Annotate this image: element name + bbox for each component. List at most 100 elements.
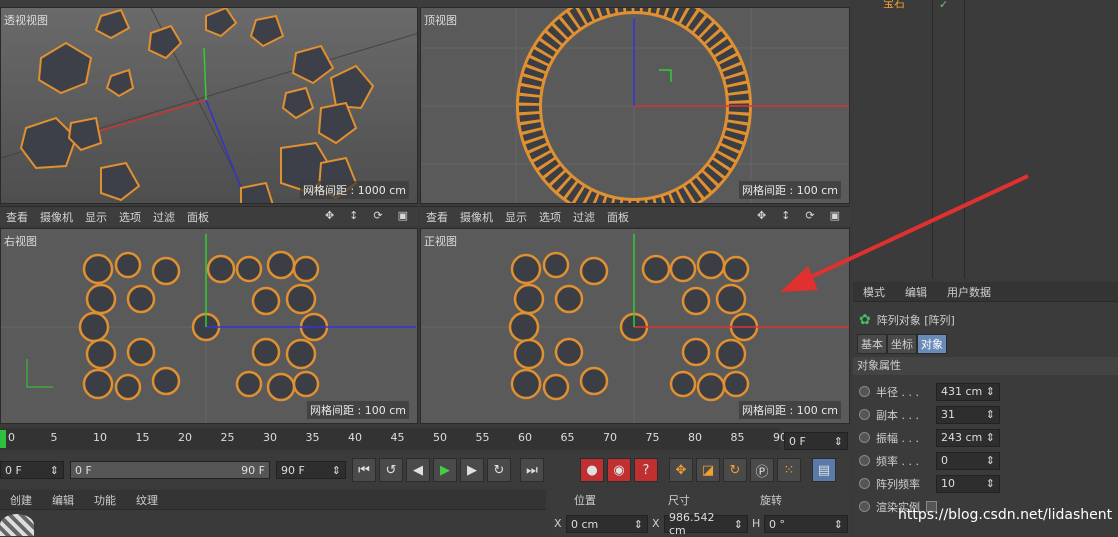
menu-view[interactable]: 查看 — [0, 209, 34, 225]
object-item-gem[interactable]: 宝石 — [883, 0, 905, 11]
menu-options[interactable]: 选项 — [533, 209, 567, 225]
menu-filter[interactable]: 过滤 — [147, 209, 181, 225]
next-key-icon[interactable]: ↻ — [487, 458, 511, 482]
material-preview[interactable] — [0, 514, 34, 536]
menu-create[interactable]: 创建 — [0, 492, 42, 508]
radius-field[interactable]: 431 cm ⇕ — [936, 382, 1000, 401]
anim-toggle-icon[interactable] — [859, 455, 870, 466]
anim-toggle-icon[interactable] — [859, 409, 870, 420]
position-x-field[interactable]: 0 cm ⇕ — [566, 515, 648, 533]
object-title: 阵列对象 [阵列] — [876, 314, 955, 327]
prop-row-amplitude: 振幅 . . . 243 cm ⇕ — [859, 426, 1109, 449]
rotation-h-field[interactable]: 0 ° ⇕ — [764, 515, 848, 533]
top-menu-strip — [0, 0, 850, 7]
key-pla-icon[interactable]: ⁙ — [777, 458, 801, 482]
menu-texture[interactable]: 纹理 — [126, 492, 168, 508]
viewport-title: 右视图 — [4, 235, 37, 248]
anim-toggle-icon[interactable] — [859, 386, 870, 397]
record-controls: ● ◉ ? ✥ ◪ ↻ Ⓟ ⁙ ▤ — [580, 458, 836, 482]
keyframe-selection-icon[interactable]: ? — [634, 458, 658, 482]
right-viewport[interactable]: 右视图 网格间距 : 100 cm — [0, 228, 418, 424]
menu-camera[interactable]: 摄像机 — [34, 209, 79, 225]
perspective-viewport[interactable]: 透视视图 网格间距 : 1000 cm — [0, 7, 418, 204]
prev-frame-icon[interactable]: ◀ — [406, 458, 430, 482]
zoom-view-icon[interactable]: ↕ — [343, 209, 364, 222]
timeline-tick-label: 70 — [603, 431, 617, 444]
size-x-field[interactable]: 986.542 cm ⇕ — [664, 511, 748, 537]
maximize-view-icon[interactable]: ▣ — [392, 209, 414, 222]
coord-h-label: H — [752, 517, 761, 530]
rotate-view-icon[interactable]: ⟳ — [367, 209, 388, 222]
start-frame-field[interactable]: 0 F ⇕ — [0, 461, 64, 479]
coord-x-label: X — [554, 517, 562, 530]
grid-spacing-label: 网格间距 : 100 cm — [307, 401, 409, 419]
auto-key-icon[interactable]: ◉ — [607, 458, 631, 482]
prop-row-array-frequency: 阵列频率 10 ⇕ — [859, 472, 1109, 495]
playback-controls: ⏮ ↺ ◀ ▶ ▶ ↻ ⏭ — [352, 458, 544, 482]
timeline-tick-label: 55 — [475, 431, 490, 444]
menu-display[interactable]: 显示 — [499, 209, 533, 225]
timeline-ruler[interactable]: 0 5 10 15 20 25 30 35 40 45 50 55 60 65 70 75 80 85 90 — [0, 428, 787, 450]
material-menubar: 创建 编辑 功能 纹理 — [0, 490, 546, 510]
key-position-icon[interactable]: ✥ — [669, 458, 693, 482]
anim-toggle-icon[interactable] — [859, 478, 870, 489]
visibility-check-icon[interactable]: ✓ — [939, 0, 948, 11]
end-frame-field[interactable]: 90 F ⇕ — [276, 461, 346, 479]
grid-spacing-label: 网格间距 : 1000 cm — [300, 181, 409, 199]
timeline-tick-label: 85 — [730, 431, 745, 444]
timeline-tick-label: 30 — [263, 431, 277, 444]
attributes-manager: 模式 编辑 用户数据 ✿ 阵列对象 [阵列] 基本 坐标 对象 对象属性 半径 … — [853, 282, 1118, 536]
key-rotation-icon[interactable]: ↻ — [723, 458, 747, 482]
go-start-icon[interactable]: ⏮ — [352, 458, 376, 482]
anim-toggle-icon[interactable] — [859, 501, 870, 512]
menu-panel[interactable]: 面板 — [181, 209, 215, 225]
menu-view[interactable]: 查看 — [420, 209, 454, 225]
timeline-window-icon[interactable]: ▤ — [812, 458, 836, 482]
timeline-tick-label: 20 — [178, 431, 192, 444]
coord-x2-label: X — [652, 517, 660, 530]
move-view-icon[interactable]: ✥ — [751, 209, 772, 222]
frequency-field[interactable]: 0 ⇕ — [936, 451, 1000, 470]
prop-row-radius: 半径 . . . 431 cm ⇕ — [859, 380, 1109, 403]
frame-range-slider[interactable]: 0 F 90 F — [70, 461, 270, 479]
menu-options[interactable]: 选项 — [113, 209, 147, 225]
viewport-title: 透视视图 — [4, 14, 48, 27]
copies-field[interactable]: 31 ⇕ — [936, 405, 1000, 424]
timeline-tick-label: 10 — [93, 431, 107, 444]
perspective-scene — [1, 8, 417, 203]
current-frame-field[interactable]: 0 F ⇕ — [784, 432, 848, 450]
key-scale-icon[interactable]: ◪ — [696, 458, 720, 482]
timeline-tick-label: 0 — [8, 431, 15, 444]
menu-filter[interactable]: 过滤 — [567, 209, 601, 225]
prev-key-icon[interactable]: ↺ — [379, 458, 403, 482]
move-view-icon[interactable]: ✥ — [319, 209, 340, 222]
menu-panel[interactable]: 面板 — [601, 209, 635, 225]
play-icon[interactable]: ▶ — [433, 458, 457, 482]
tab-object[interactable]: 对象 — [917, 334, 947, 354]
go-end-icon[interactable]: ⏭ — [520, 458, 544, 482]
record-key-icon[interactable]: ● — [580, 458, 604, 482]
object-title-row: ✿ 阵列对象 [阵列] — [859, 312, 955, 328]
timeline-tick-label: 35 — [305, 431, 320, 444]
menu-edit[interactable]: 编辑 — [42, 492, 84, 508]
next-frame-icon[interactable]: ▶ — [460, 458, 484, 482]
amplitude-field[interactable]: 243 cm ⇕ — [936, 428, 1000, 447]
attribute-subtabs: 基本 坐标 对象 — [857, 334, 947, 354]
spinner-icon: ⇕ — [833, 434, 843, 448]
tab-coord[interactable]: 坐标 — [887, 334, 917, 354]
anim-toggle-icon[interactable] — [859, 432, 870, 443]
playhead[interactable] — [0, 430, 6, 448]
menu-function[interactable]: 功能 — [84, 492, 126, 508]
menu-camera[interactable]: 摄像机 — [454, 209, 499, 225]
key-param-icon[interactable]: Ⓟ — [750, 458, 774, 482]
timeline-tick-label: 5 — [50, 431, 58, 444]
viewport-title: 正视图 — [424, 235, 457, 248]
menu-display[interactable]: 显示 — [79, 209, 113, 225]
viewport-nav-icons: ✥ ↕ ⟳ ▣ — [319, 209, 414, 222]
coord-header-position: 位置 — [574, 494, 596, 507]
array-frequency-field[interactable]: 10 ⇕ — [936, 474, 1000, 493]
timeline-tick-label: 60 — [518, 431, 532, 444]
tab-basic[interactable]: 基本 — [857, 334, 887, 354]
timeline-tick-label: 50 — [433, 431, 447, 444]
prop-row-frequency: 频率 . . . 0 ⇕ — [859, 449, 1109, 472]
